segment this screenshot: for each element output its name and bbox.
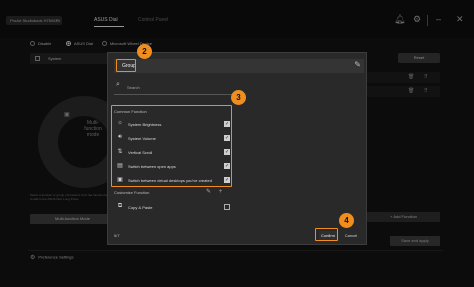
callout-highlight-group-name xyxy=(116,59,136,72)
callout-highlight-confirm xyxy=(315,228,338,241)
copy-paste-icon: ⧉ xyxy=(117,203,123,209)
search-underline xyxy=(114,94,232,95)
search-icon: ⌕ xyxy=(116,81,120,88)
add-icon[interactable]: + xyxy=(219,189,223,195)
cancel-button[interactable]: Cancel xyxy=(343,231,359,240)
custom-function-heading: Customize Function xyxy=(114,190,150,195)
pencil-icon[interactable]: ✎ xyxy=(354,60,361,69)
callout-badge: 2 xyxy=(137,44,152,59)
search-placeholder: Search xyxy=(127,85,140,90)
callout-badge: 4 xyxy=(339,213,354,228)
function-item-copy-paste[interactable]: ⧉ Copy & Paste xyxy=(114,201,232,214)
function-label: Copy & Paste xyxy=(128,205,153,210)
callout-highlight-common-functions xyxy=(111,105,232,187)
search-input[interactable]: ⌕ Search xyxy=(114,81,232,95)
selection-count: 5/7 xyxy=(114,233,120,238)
group-name-field[interactable]: Group ✎ xyxy=(114,59,364,73)
edit-icon[interactable]: ✎ xyxy=(206,189,211,195)
callout-badge: 3 xyxy=(231,90,246,105)
checkbox[interactable] xyxy=(224,204,230,210)
custom-function-actions: ✎ + xyxy=(206,188,222,195)
